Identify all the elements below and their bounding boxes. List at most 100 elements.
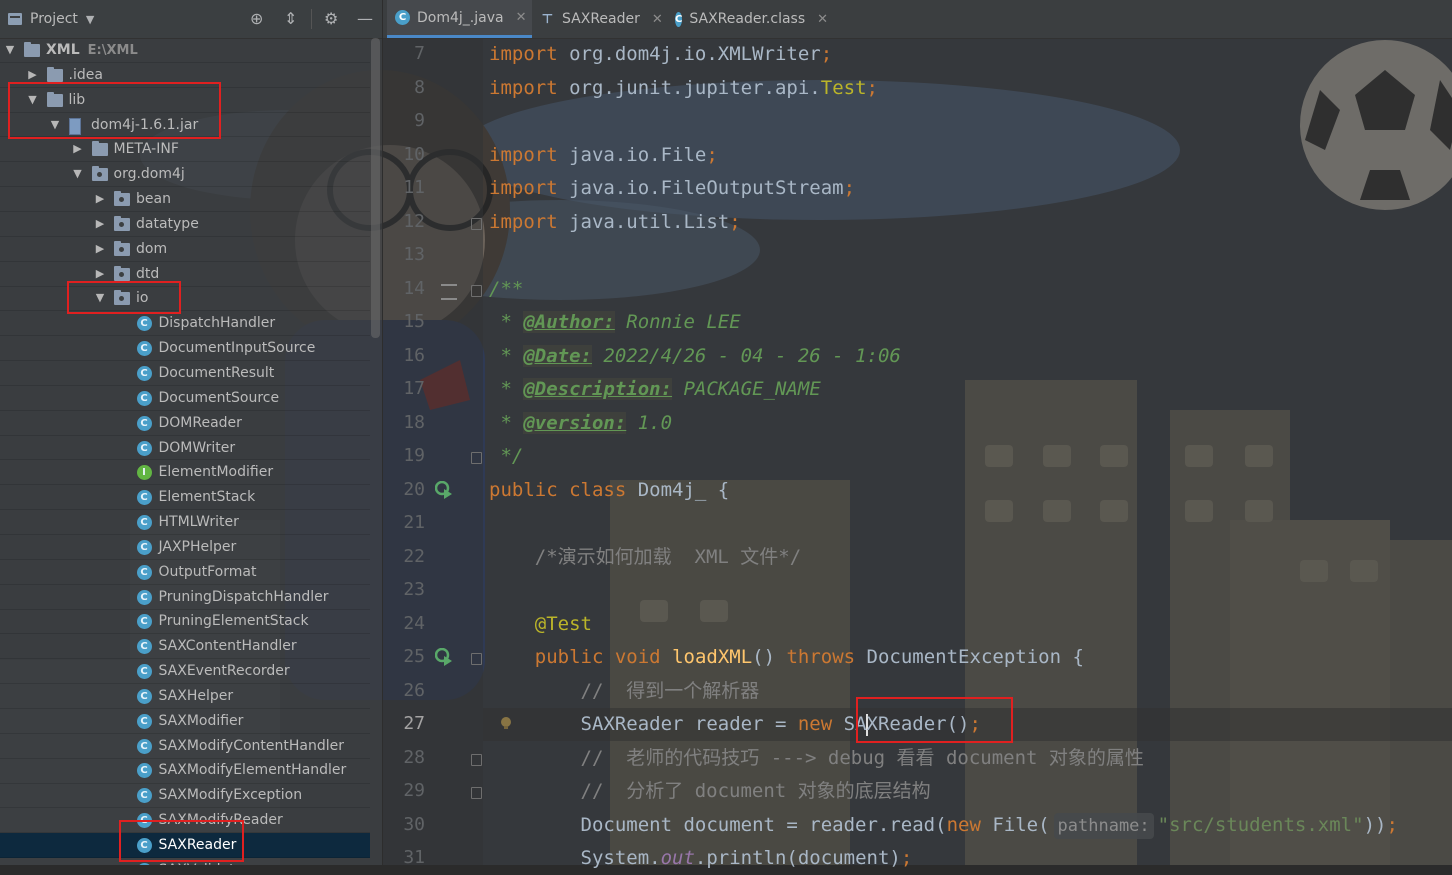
tree-item-label: ElementModifier <box>158 464 274 481</box>
class-icon: C <box>136 688 152 704</box>
class-icon: C <box>136 365 152 381</box>
collapsed-arrow-icon[interactable]: ▶ <box>72 137 84 162</box>
line-number: 26 <box>403 679 425 701</box>
code-line[interactable]: public void loadXML() throws DocumentExc… <box>489 641 1084 674</box>
code-line[interactable]: System.out.println(document); <box>489 842 913 875</box>
expanded-arrow-icon[interactable]: ▼ <box>72 162 84 187</box>
code-line[interactable]: // 老师的代码技巧 ---> debug 看看 document 对象的属性 <box>489 742 1144 775</box>
tree-item-domreader[interactable]: C DOMReader <box>0 411 370 436</box>
tree-item-dispatchhandler[interactable]: C DispatchHandler <box>0 311 370 336</box>
highlight-box-saxreader-class <box>119 820 244 862</box>
line-number: 11 <box>403 177 425 198</box>
code-line[interactable]: import java.io.FileOutputStream; <box>489 172 855 205</box>
run-test-icon[interactable] <box>435 648 453 666</box>
tree-item-label: META-INF <box>113 141 179 158</box>
package-icon <box>114 215 130 231</box>
expanded-arrow-icon[interactable]: ▼ <box>4 38 16 63</box>
code-line[interactable]: @Test <box>489 608 592 641</box>
code-line[interactable]: public class Dom4j_ { <box>489 474 729 507</box>
tree-item-meta-inf[interactable]: ▶ META-INF <box>0 137 370 162</box>
code-line[interactable]: import org.dom4j.io.XMLWriter; <box>489 38 832 71</box>
code-line[interactable]: /*演示如何加载 XML 文件*/ <box>489 541 801 574</box>
tree-item-label: PruningDispatchHandler <box>158 588 329 605</box>
tree-item-outputformat[interactable]: C OutputFormat <box>0 560 370 585</box>
tab-dom4j-java[interactable]: C Dom4j_.java ✕ <box>387 0 532 38</box>
code-line[interactable]: import java.util.List; <box>489 206 741 239</box>
tree-item-label: SAXContentHandler <box>158 638 297 655</box>
tree-item-bean[interactable]: ▶ bean <box>0 187 370 212</box>
close-icon[interactable]: ✕ <box>516 10 527 25</box>
class-icon: C <box>136 490 152 506</box>
highlight-box-io-package <box>67 281 181 314</box>
code-line[interactable]: * @Date: 2022/4/26 - 04 - 26 - 1:06 <box>489 340 901 373</box>
tree-item-htmlwriter[interactable]: C HTMLWriter <box>0 510 370 535</box>
tree-item-xml[interactable]: ▼ XML E:\XML <box>0 38 370 63</box>
code-line[interactable]: * @version: 1.0 <box>489 407 672 440</box>
tab-saxreader[interactable]: ⊤ SAXReader ✕ <box>532 0 667 38</box>
collapse-icon[interactable]: ⇕ <box>284 10 297 28</box>
close-icon[interactable]: ✕ <box>652 12 663 27</box>
tree-item-saxmodifyelementhandler[interactable]: C SAXModifyElementHandler <box>0 758 370 783</box>
code-line[interactable]: // 分析了 document 对象的底层结构 <box>489 775 931 808</box>
tree-item-documentsource[interactable]: C DocumentSource <box>0 386 370 411</box>
fold-marker-icon[interactable] <box>471 753 482 766</box>
line-number: 16 <box>403 344 425 366</box>
code-line[interactable]: // 得到一个解析器 <box>489 675 760 708</box>
tree-item-saxhelper[interactable]: C SAXHelper <box>0 684 370 709</box>
project-panel-scrollbar[interactable] <box>371 38 380 338</box>
code-line[interactable]: */ <box>489 440 523 473</box>
highlight-box-new-saxreader <box>856 697 1013 743</box>
code-line[interactable]: /** <box>489 273 523 306</box>
line-number: 19 <box>403 445 425 466</box>
fold-marker-icon[interactable] <box>471 787 482 799</box>
class-icon: C <box>136 664 152 680</box>
line-number: 18 <box>403 411 425 433</box>
collapsed-arrow-icon[interactable]: ▶ <box>94 187 106 212</box>
tree-item-label: DOMWriter <box>158 439 236 456</box>
tree-item-domwriter[interactable]: C DOMWriter <box>0 436 370 461</box>
tree-item-label: HTMLWriter <box>158 514 239 531</box>
render-doc-icon[interactable] <box>441 283 457 300</box>
project-view-selector[interactable]: Project ▼ <box>8 11 94 27</box>
tree-item-saxmodifycontenthandler[interactable]: C SAXModifyContentHandler <box>0 734 370 759</box>
package-icon <box>114 191 130 207</box>
tree-item-elementstack[interactable]: C ElementStack <box>0 485 370 510</box>
code-line[interactable]: Document document = reader.read(new File… <box>489 809 1398 842</box>
tab-saxreader-class[interactable]: C SAXReader.class ✕ <box>667 0 828 38</box>
minimize-icon[interactable]: — <box>357 10 373 28</box>
crosshair-icon[interactable]: ⊕ <box>250 10 263 28</box>
tree-item-label: OutputFormat <box>158 563 257 580</box>
tree-item-saxcontenthandler[interactable]: C SAXContentHandler <box>0 634 370 659</box>
close-icon[interactable]: ✕ <box>817 12 828 27</box>
tree-item-saxmodifier[interactable]: C SAXModifier <box>0 709 370 734</box>
run-test-icon[interactable] <box>435 480 453 499</box>
tree-item-dom[interactable]: ▶ dom <box>0 237 370 262</box>
tree-item-datatype[interactable]: ▶ datatype <box>0 212 370 237</box>
code-line[interactable]: import java.io.File; <box>489 139 718 172</box>
tree-item-label: dom <box>136 240 168 257</box>
tree-item-documentinputsource[interactable]: C DocumentInputSource <box>0 336 370 361</box>
tree-item-saxeventrecorder[interactable]: C SAXEventRecorder <box>0 659 370 684</box>
tree-item-elementmodifier[interactable]: I ElementModifier <box>0 460 370 485</box>
collapsed-arrow-icon[interactable]: ▶ <box>94 237 106 262</box>
fold-marker-icon[interactable] <box>471 452 482 464</box>
tree-item-io[interactable]: ▼ io <box>0 286 370 311</box>
tree-item-org-dom4j[interactable]: ▼ org.dom4j <box>0 162 370 187</box>
fold-marker-icon[interactable] <box>471 284 482 297</box>
class-icon: C <box>136 515 152 531</box>
tree-item-jaxphelper[interactable]: C JAXPHelper <box>0 535 370 560</box>
tree-item-documentresult[interactable]: C DocumentResult <box>0 361 370 386</box>
tree-item-pruningdispatchhandler[interactable]: C PruningDispatchHandler <box>0 585 370 610</box>
tree-item-pruningelementstack[interactable]: C PruningElementStack <box>0 609 370 634</box>
fold-marker-icon[interactable] <box>471 217 482 230</box>
tree-item-saxmodifyexception[interactable]: C SAXModifyException <box>0 783 370 808</box>
gear-icon[interactable]: ⚙ <box>324 10 338 28</box>
tree-item-label: XML E:\XML <box>46 42 138 58</box>
tree-item-dtd[interactable]: ▶ dtd <box>0 262 370 287</box>
code-line[interactable]: * @Author: Ronnie LEE <box>489 306 741 339</box>
code-line[interactable]: import org.junit.jupiter.api.Test; <box>489 72 878 105</box>
package-icon <box>91 166 108 182</box>
code-line[interactable]: * @Description: PACKAGE_NAME <box>489 373 821 406</box>
collapsed-arrow-icon[interactable]: ▶ <box>94 212 106 237</box>
fold-marker-icon[interactable] <box>471 653 482 665</box>
